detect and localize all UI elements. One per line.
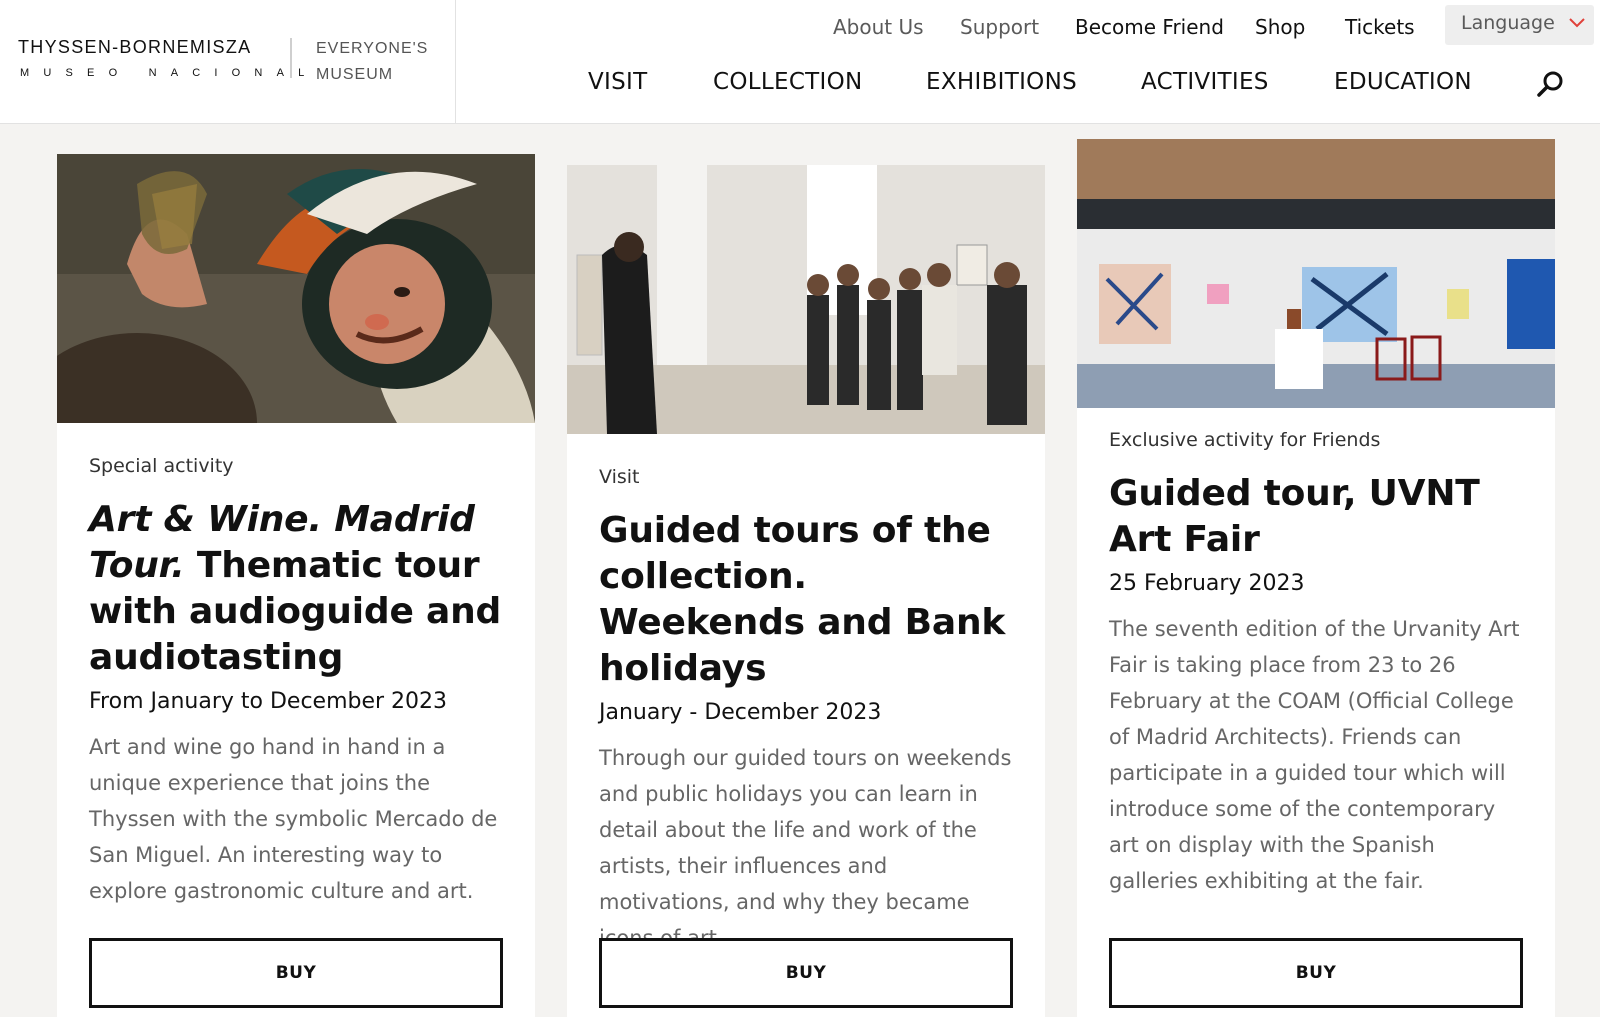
card-category: Special activity	[89, 455, 234, 477]
logo-name: THYSSEN-BORNEMISZA	[18, 37, 252, 57]
card-date: From January to December 2023	[89, 689, 448, 714]
card-category: Exclusive activity for Friends	[1109, 429, 1381, 451]
support-link[interactable]: Support	[960, 15, 1039, 39]
card-description: The seventh edition of the Urvanity Art …	[1109, 617, 1520, 893]
nav-exhibitions[interactable]: EXHIBITIONS	[926, 69, 1077, 95]
nav-education[interactable]: EDUCATION	[1334, 69, 1472, 95]
logo-tagline: EVERYONE'S MUSEUM	[316, 36, 428, 88]
search-icon[interactable]	[1536, 69, 1566, 99]
nav-visit[interactable]: VISIT	[588, 69, 647, 95]
card-date: January - December 2023	[599, 700, 882, 725]
language-select[interactable]: Language	[1445, 5, 1594, 45]
card-image-guided-tour[interactable]	[567, 165, 1045, 434]
card-title[interactable]: Art & Wine. Madrid Tour. Thematic tour w…	[89, 497, 503, 681]
card-image-art-fair[interactable]	[1077, 139, 1555, 408]
tickets-link[interactable]: Tickets	[1345, 15, 1415, 39]
museum-logo[interactable]: THYSSEN-BORNEMISZA MUSEO NACIONAL EVERYO…	[0, 0, 456, 124]
logo-divider	[290, 38, 292, 78]
logo-tagline-line2: MUSEUM	[316, 66, 394, 83]
card-title[interactable]: Guided tour, UVNT Art Fair	[1109, 471, 1523, 563]
activity-card: Special activity Art & Wine. Madrid Tour…	[57, 154, 535, 1017]
logo-subtitle: MUSEO NACIONAL	[20, 67, 319, 79]
nav-collection[interactable]: COLLECTION	[713, 69, 863, 95]
card-body: Special activity Art & Wine. Madrid Tour…	[89, 455, 503, 909]
about-us-link[interactable]: About Us	[833, 15, 924, 39]
card-body: Exclusive activity for Friends Guided to…	[1109, 429, 1523, 899]
card-category: Visit	[599, 466, 640, 488]
card-image-painting[interactable]	[57, 154, 535, 423]
card-title[interactable]: Guided tours of the collection. Weekends…	[599, 508, 1013, 692]
shop-link[interactable]: Shop	[1255, 15, 1305, 39]
buy-button[interactable]: BUY	[89, 938, 503, 1008]
chevron-down-icon	[1569, 18, 1585, 28]
become-friend-link[interactable]: Become Friend	[1075, 15, 1224, 39]
card-description: Through our guided tours on weekends and…	[599, 746, 1012, 950]
buy-button[interactable]: BUY	[1109, 938, 1523, 1008]
nav-activities[interactable]: ACTIVITIES	[1141, 69, 1269, 95]
activity-card: Visit Guided tours of the collection. We…	[567, 165, 1045, 1017]
card-date: 25 February 2023	[1109, 571, 1305, 596]
activity-card: Exclusive activity for Friends Guided to…	[1077, 139, 1555, 1017]
buy-button[interactable]: BUY	[599, 938, 1013, 1008]
site-header: THYSSEN-BORNEMISZA MUSEO NACIONAL EVERYO…	[0, 0, 1600, 124]
logo-tagline-line1: EVERYONE'S	[316, 40, 429, 57]
card-description: Art and wine go hand in hand in a unique…	[89, 735, 498, 903]
card-body: Visit Guided tours of the collection. We…	[599, 466, 1013, 956]
language-label: Language	[1461, 12, 1555, 34]
